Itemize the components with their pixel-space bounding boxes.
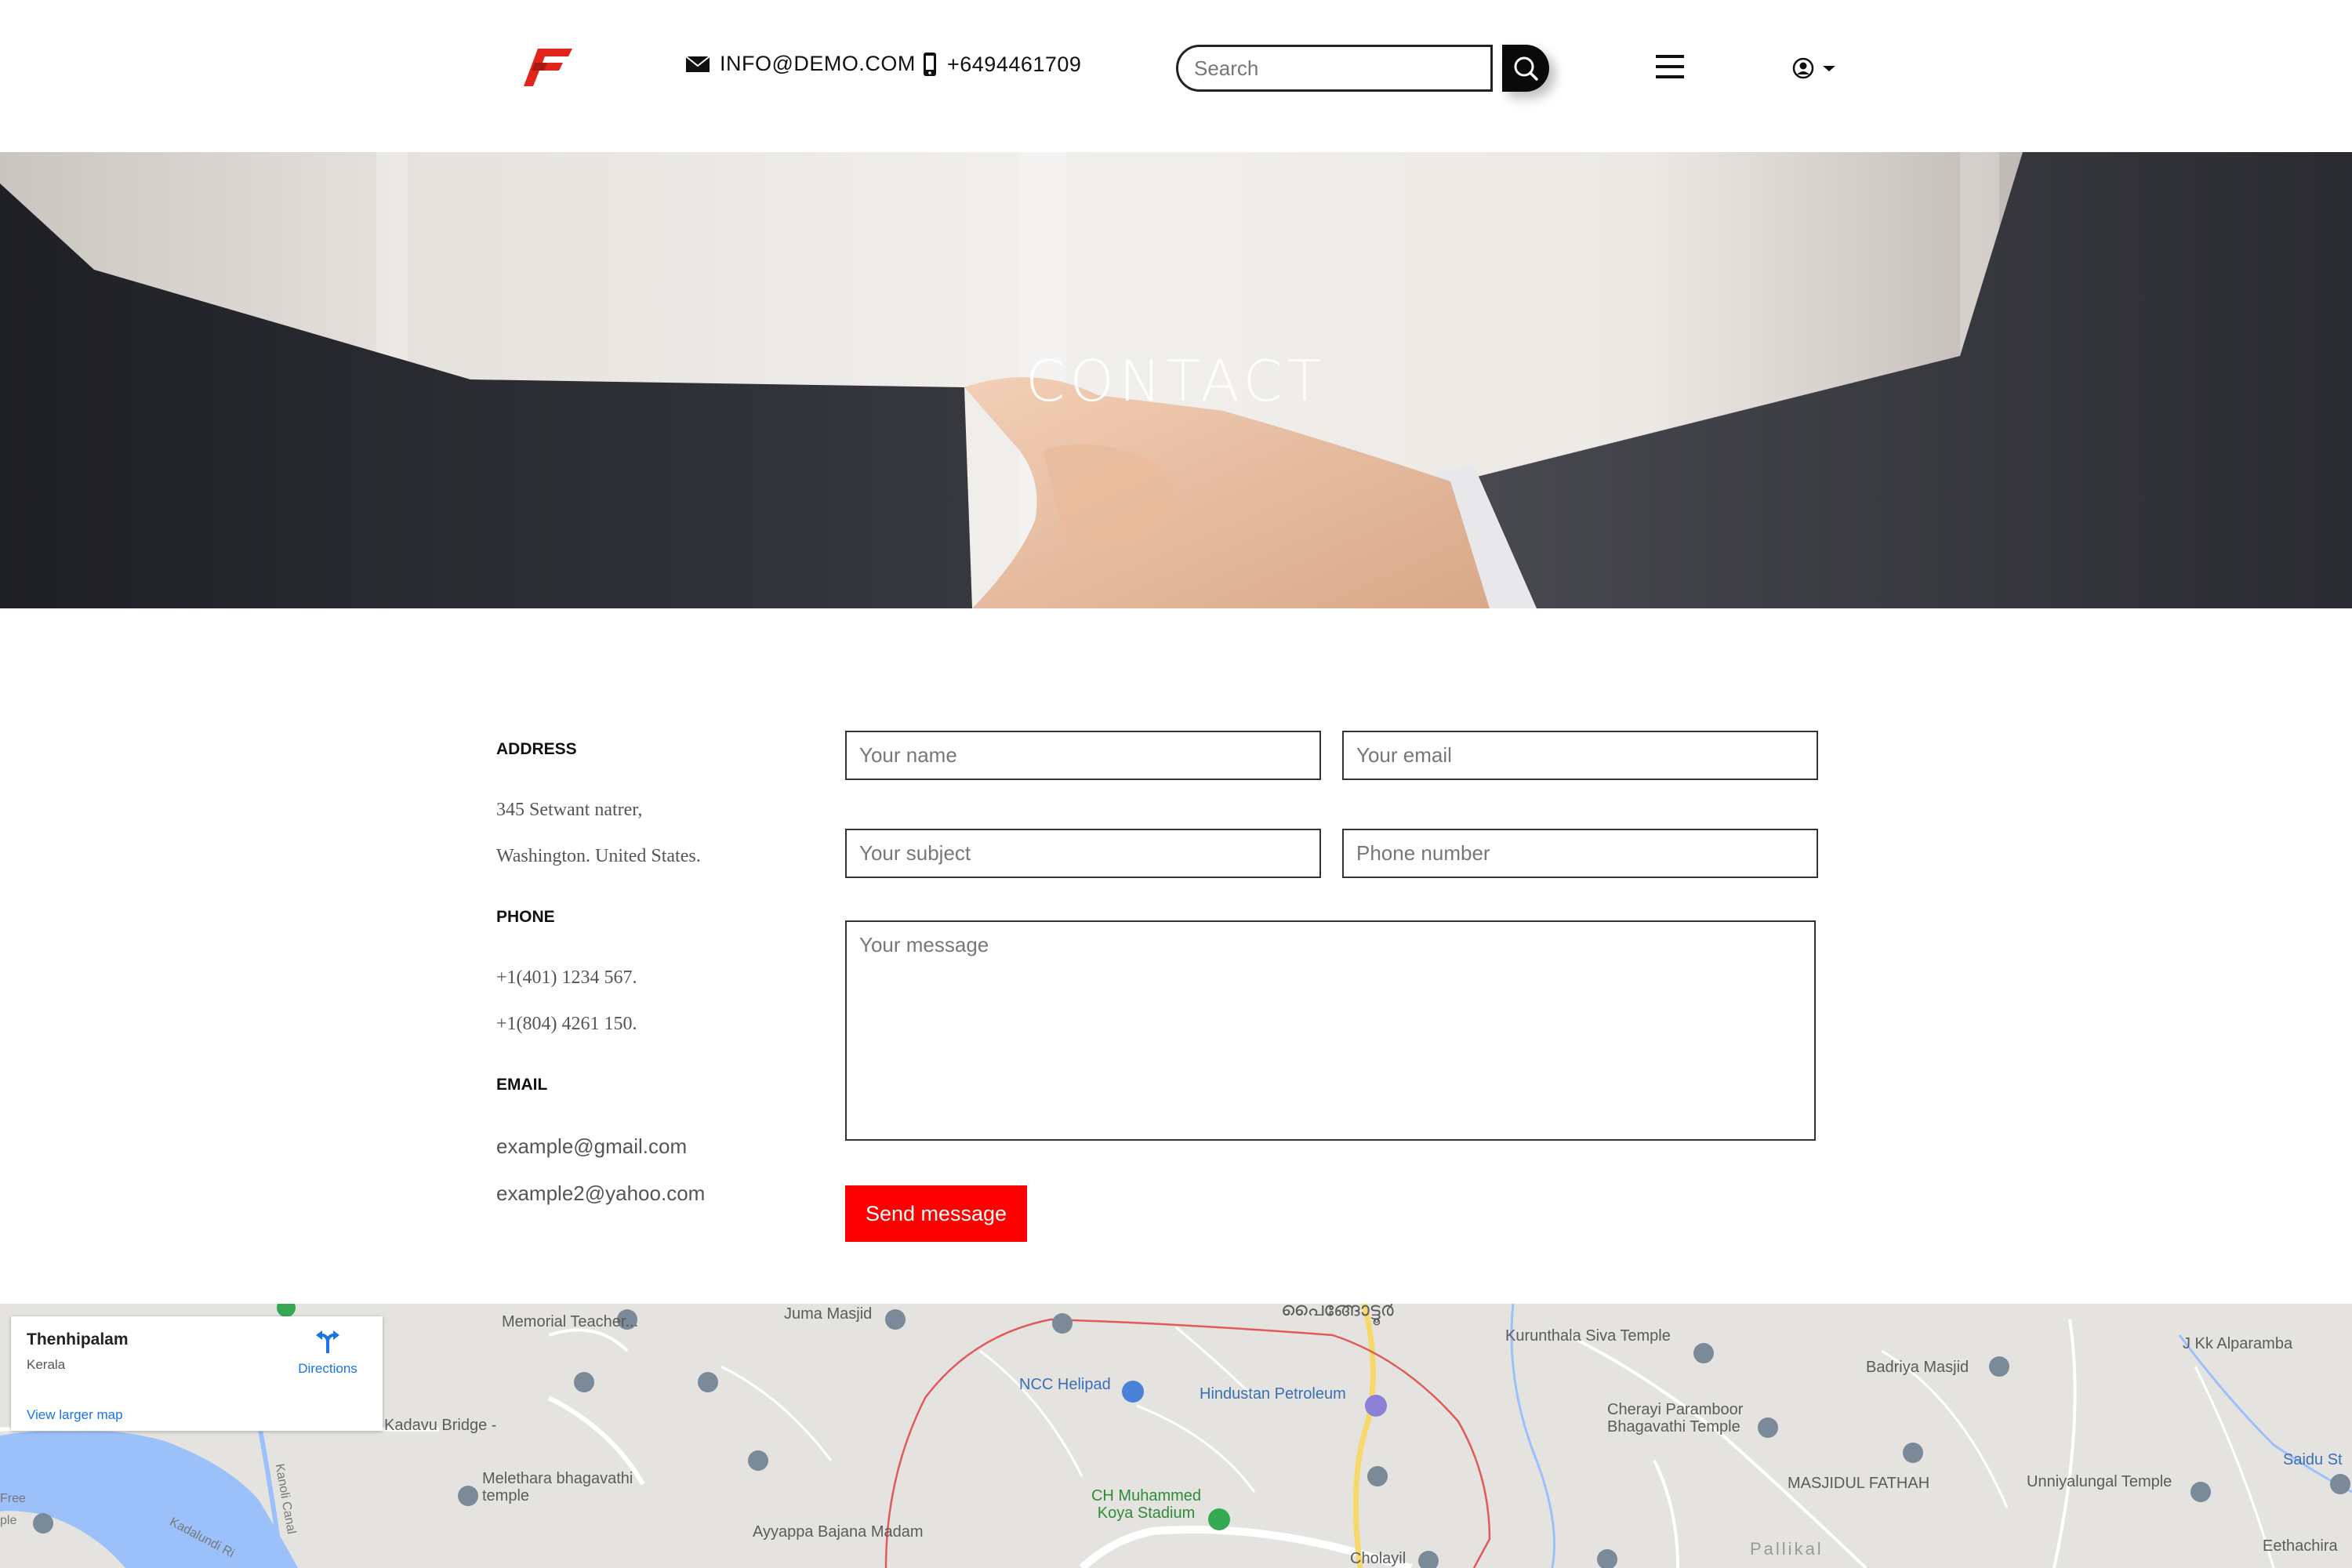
header-email-text: INFO@DEMO.COM xyxy=(720,52,916,75)
header-phone-text: +6494461709 xyxy=(947,52,1082,76)
email-field[interactable] xyxy=(1342,731,1818,780)
address-line-2: Washington. United States. xyxy=(496,846,701,866)
map-label-j-kk: J Kk Alparamba xyxy=(2183,1335,2293,1352)
message-field[interactable] xyxy=(845,920,1816,1141)
map-label-ple: ple xyxy=(0,1514,17,1527)
map-label-hindustan: Hindustan Petroleum xyxy=(1200,1385,1346,1403)
map-place-name: Thenhipalam xyxy=(27,1330,129,1348)
map-label-paingottur: പൈങ്ങോട്ടൂർ xyxy=(1281,1304,1394,1320)
header-phone[interactable]: +6494461709 xyxy=(922,52,1081,77)
address-heading: ADDRESS xyxy=(496,740,577,758)
email-address-2[interactable]: example2@yahoo.com xyxy=(496,1181,705,1206)
caret-down-icon xyxy=(1823,66,1835,71)
site-header: INFO@DEMO.COM +6494461709 xyxy=(0,0,2352,152)
subject-field[interactable] xyxy=(845,829,1321,878)
hamburger-icon xyxy=(1656,55,1684,78)
map-label-ayyappa: Ayyappa Bajana Madam xyxy=(753,1523,924,1541)
map-label-kurunthala: Kurunthala Siva Temple xyxy=(1505,1327,1671,1345)
send-message-button[interactable]: Send message xyxy=(845,1185,1027,1242)
phone-number-field[interactable] xyxy=(1342,829,1818,878)
logo-icon[interactable] xyxy=(524,47,574,88)
header-email[interactable]: INFO@DEMO.COM xyxy=(685,52,916,76)
email-heading: EMAIL xyxy=(496,1076,548,1094)
user-account-dropdown[interactable] xyxy=(1792,56,1838,80)
hero-title: CONTACT xyxy=(1025,348,1327,414)
mobile-phone-icon xyxy=(924,53,936,76)
map-label-ncc: NCC Helipad xyxy=(1019,1376,1111,1393)
user-circle-icon xyxy=(1792,57,1814,79)
map-directions-label: Directions xyxy=(298,1361,358,1376)
map-label-cholayil: Cholayil xyxy=(1350,1550,1406,1567)
map-label-unniyalungal: Unniyalungal Temple xyxy=(2027,1473,2172,1490)
map-label-masjidul: MASJIDUL FATHAH xyxy=(1788,1475,1930,1492)
search-icon xyxy=(1514,56,1538,81)
map-label-juma-masjid: Juma Masjid xyxy=(784,1305,873,1323)
name-field[interactable] xyxy=(845,731,1321,780)
search-bar xyxy=(1176,45,1551,92)
envelope-icon xyxy=(685,55,710,72)
search-input[interactable] xyxy=(1176,45,1493,92)
hero-banner: CONTACT xyxy=(0,152,2352,608)
phone-number-2: +1(804) 4261 150. xyxy=(496,1014,637,1034)
map-place-card: Thenhipalam Kerala Directions View large… xyxy=(11,1316,383,1431)
email-address-1[interactable]: example@gmail.com xyxy=(496,1134,687,1159)
map-label-pallikal: Pallikal xyxy=(1750,1539,1824,1559)
map-label-free: Free xyxy=(0,1492,26,1505)
phone-heading: PHONE xyxy=(496,908,555,926)
map-label-eethachira: Eethachira xyxy=(2263,1537,2338,1555)
view-larger-map-link[interactable]: View larger map xyxy=(27,1407,123,1423)
address-line-1: 345 Setwant natrer, xyxy=(496,800,643,820)
map-label-saidu: Saidu St xyxy=(2283,1451,2343,1468)
hamburger-menu-button[interactable] xyxy=(1654,52,1686,82)
map-label-badriya: Badriya Masjid xyxy=(1866,1359,1969,1376)
map-label-kadavu: Kadavu Bridge - xyxy=(384,1417,497,1434)
map-label-cherayi: Cherayi Paramboor Bhagavathi Temple xyxy=(1607,1401,1744,1436)
google-map[interactable]: Juma Masjid Memorial Teacher... പൈങ്ങോട്… xyxy=(0,1304,2352,1568)
map-label-melethara: Melethara bhagavathi temple xyxy=(482,1470,633,1504)
map-label-ch-muhammed: CH Muhammed Koya Stadium xyxy=(1091,1487,1202,1522)
search-button[interactable] xyxy=(1502,45,1549,92)
directions-icon xyxy=(316,1330,339,1353)
phone-number-1: +1(401) 1234 567. xyxy=(496,967,637,988)
map-directions-button[interactable]: Directions xyxy=(290,1329,365,1384)
map-place-region: Kerala xyxy=(27,1357,66,1372)
map-label-memorial: Memorial Teacher... xyxy=(502,1313,639,1330)
